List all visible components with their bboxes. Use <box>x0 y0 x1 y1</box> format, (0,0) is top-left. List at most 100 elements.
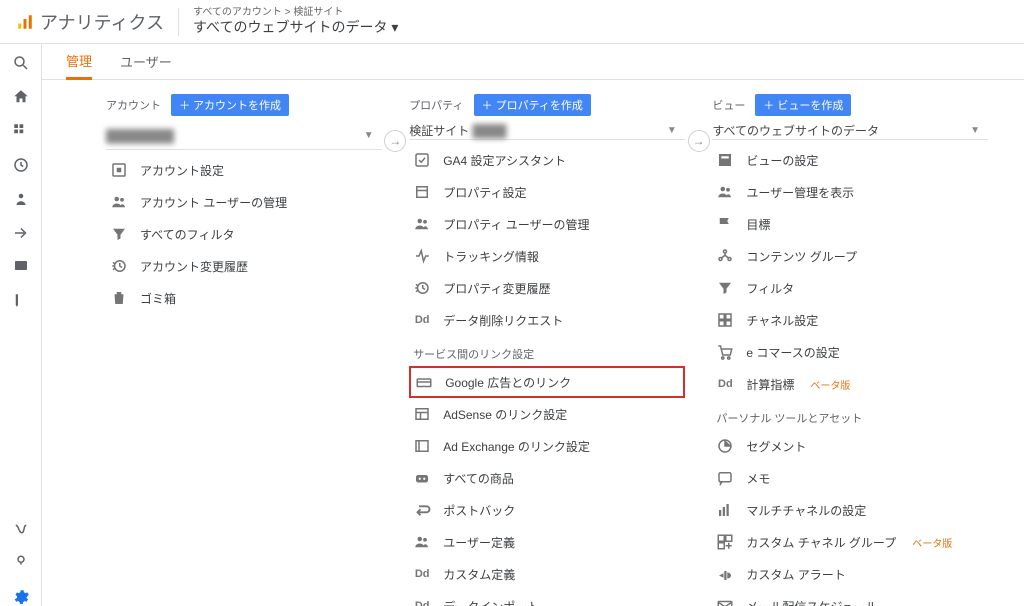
create-view-button[interactable]: ＋ ビューを作成 <box>755 94 851 116</box>
users-icon <box>413 533 431 551</box>
list-item[interactable]: e コマースの設定 <box>712 336 988 368</box>
audience-icon[interactable] <box>12 190 30 208</box>
create-account-button[interactable]: ＋ アカウントを作成 <box>171 94 289 116</box>
admin-tabs: 管理 ユーザー <box>42 44 1024 80</box>
list-item[interactable]: すべてのフィルタ <box>106 218 382 250</box>
list-item[interactable]: ユーザー定義 <box>409 526 685 558</box>
flag-icon <box>716 215 734 233</box>
list-item[interactable]: Ddデータインポート <box>409 590 685 606</box>
item-label: メモ <box>746 470 770 487</box>
list-item[interactable]: マルチチャネルの設定 <box>712 494 988 526</box>
list-item[interactable]: メール配信スケジュール <box>712 590 988 606</box>
view-selector-value: すべてのウェブサイトのデータ <box>712 122 879 139</box>
list-item[interactable]: アカウント変更履歴 <box>106 250 382 282</box>
list-item[interactable]: Ddカスタム定義 <box>409 558 685 590</box>
content-group-icon <box>716 247 734 265</box>
list-item[interactable]: カスタム チャネル グループ ベータ版 <box>712 526 988 558</box>
list-item[interactable]: チャネル設定 <box>712 304 988 336</box>
item-label: カスタム チャネル グループ <box>746 534 896 551</box>
list-item[interactable]: アカウント ユーザーの管理 <box>106 186 382 218</box>
acquisition-icon[interactable] <box>12 224 30 242</box>
list-item[interactable]: Dd計算指標ベータ版 <box>712 368 988 400</box>
list-item[interactable]: Ddデータ削除リクエスト <box>409 304 685 336</box>
item-label: データ削除リクエスト <box>443 312 563 329</box>
search-icon[interactable] <box>12 54 30 72</box>
account-column-label: アカウント <box>106 97 161 113</box>
list-item[interactable]: 目標 <box>712 208 988 240</box>
home-icon[interactable] <box>12 88 30 106</box>
beta-badge: ベータ版 <box>912 535 952 550</box>
item-label: GA4 設定アシスタント <box>443 152 566 169</box>
attribution-icon[interactable] <box>12 520 30 538</box>
collapse-right-icon[interactable]: → <box>688 130 710 152</box>
list-item[interactable]: アカウント設定 <box>106 154 382 186</box>
create-property-button[interactable]: ＋ プロパティを作成 <box>474 94 591 116</box>
view-selector[interactable]: すべてのウェブサイトのデータ ▼ <box>712 122 988 140</box>
list-item[interactable]: ユーザー管理を表示 <box>712 176 988 208</box>
item-label: プロパティ ユーザーの管理 <box>443 216 589 233</box>
trash-icon <box>110 289 128 307</box>
history-icon <box>413 279 431 297</box>
list-item[interactable]: セグメント <box>712 430 988 462</box>
list-item[interactable]: ゴミ箱 <box>106 282 382 314</box>
list-item[interactable]: Ad Exchange のリンク設定 <box>409 430 685 462</box>
tab-user[interactable]: ユーザー <box>120 52 172 79</box>
list-item[interactable]: プロパティ設定 <box>409 176 685 208</box>
view-settings-icon <box>716 151 734 169</box>
google-ads-icon <box>415 373 433 391</box>
adsense-icon <box>413 405 431 423</box>
left-nav <box>0 44 42 606</box>
memo-icon <box>716 469 734 487</box>
list-item[interactable]: カスタム アラート <box>712 558 988 590</box>
item-label: トラッキング情報 <box>443 248 539 265</box>
item-label: カスタム アラート <box>746 566 845 583</box>
list-item[interactable]: すべての商品 <box>409 462 685 494</box>
chevron-down-icon: ▼ <box>667 125 677 136</box>
list-item[interactable]: AdSense のリンク設定 <box>409 398 685 430</box>
analytics-logo-icon <box>16 13 34 31</box>
filter-icon <box>716 279 734 297</box>
item-label: ポストバック <box>443 502 515 519</box>
mail-icon <box>716 597 734 606</box>
item-label: ビューの設定 <box>746 152 818 169</box>
history-icon <box>110 257 128 275</box>
list-item[interactable]: メモ <box>712 462 988 494</box>
list-item[interactable]: プロパティ ユーザーの管理 <box>409 208 685 240</box>
behavior-icon[interactable] <box>12 258 30 276</box>
dd-icon: Dd <box>413 565 431 583</box>
tab-admin[interactable]: 管理 <box>66 51 92 80</box>
adexchange-icon <box>413 437 431 455</box>
breadcrumb[interactable]: すべてのアカウント > 検証サイト すべてのウェブサイトのデータ ▾ <box>193 7 398 36</box>
item-label: セグメント <box>746 438 806 455</box>
list-item[interactable]: ポストバック <box>409 494 685 526</box>
list-item[interactable]: Google 広告とのリンク <box>409 366 685 398</box>
account-selector[interactable]: ████████ ▼ <box>106 122 382 150</box>
list-item[interactable]: トラッキング情報 <box>409 240 685 272</box>
admin-gear-icon[interactable] <box>12 588 30 606</box>
list-item[interactable]: プロパティ変更履歴 <box>409 272 685 304</box>
item-label: フィルタ <box>746 280 794 297</box>
settings-outline-icon <box>110 161 128 179</box>
item-label: e コマースの設定 <box>746 344 839 361</box>
list-item[interactable]: コンテンツ グループ <box>712 240 988 272</box>
realtime-icon[interactable] <box>12 156 30 174</box>
dashboard-icon[interactable] <box>12 122 30 140</box>
property-selector[interactable]: 検証サイト ████ ▼ <box>409 122 685 140</box>
item-label: Ad Exchange のリンク設定 <box>443 438 590 455</box>
item-label: アカウント ユーザーの管理 <box>140 194 287 211</box>
item-label: すべての商品 <box>443 470 514 487</box>
alert-icon <box>716 565 734 583</box>
discover-icon[interactable] <box>12 554 30 572</box>
list-item[interactable]: フィルタ <box>712 272 988 304</box>
users-icon <box>716 183 734 201</box>
view-column-label: ビュー <box>712 97 745 113</box>
section-link-settings: サービス間のリンク設定 <box>409 336 685 366</box>
column-divider: → <box>685 94 713 606</box>
users-icon <box>413 215 431 233</box>
list-item[interactable]: GA4 設定アシスタント <box>409 144 685 176</box>
breadcrumb-bottom: すべてのウェブサイトのデータ ▾ <box>193 19 398 36</box>
collapse-left-icon[interactable]: → <box>384 130 406 152</box>
item-label: ユーザー定義 <box>443 534 515 551</box>
list-item[interactable]: ビューの設定 <box>712 144 988 176</box>
conversions-icon[interactable] <box>12 292 30 310</box>
